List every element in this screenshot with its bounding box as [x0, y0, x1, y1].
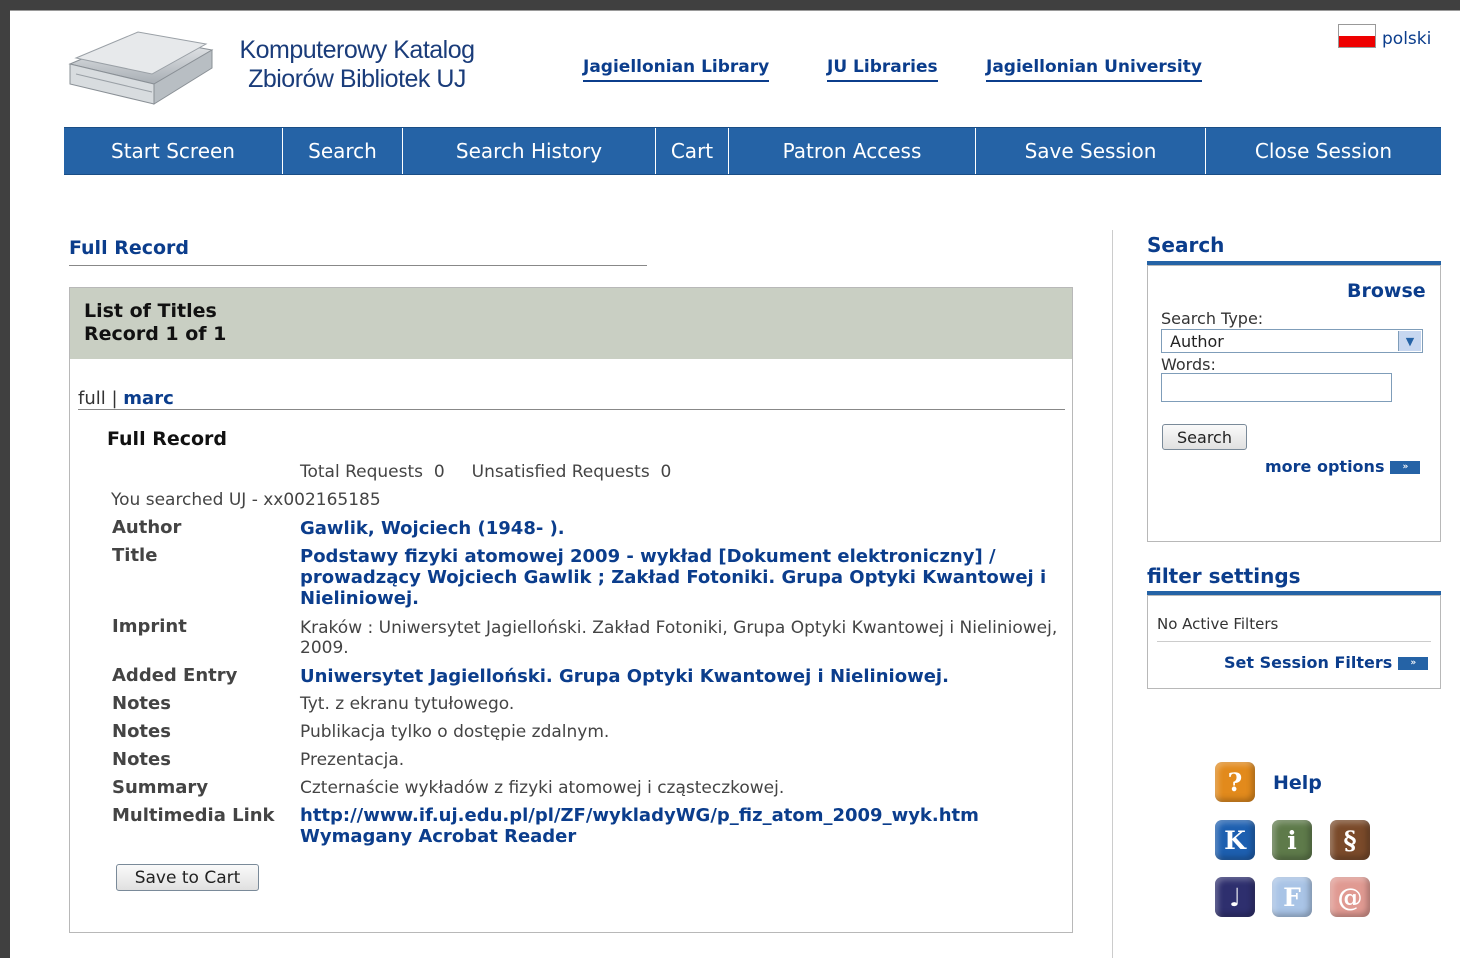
- info-icon[interactable]: i: [1272, 820, 1312, 860]
- filter-box: [1147, 595, 1441, 689]
- filter-settings-heading: filter settings: [1147, 564, 1301, 588]
- requests-info: Total Requests 0 Unsatisfied Requests 0: [300, 462, 672, 482]
- field-label-notes: Notes: [112, 693, 171, 714]
- search-type-value: Author: [1170, 332, 1224, 351]
- section-icon[interactable]: §: [1330, 820, 1370, 860]
- catalog-brand-title: Komputerowy Katalog Zbiorów Bibliotek UJ: [222, 36, 492, 94]
- chevron-down-icon[interactable]: ▼: [1398, 331, 1421, 351]
- link-jagiellonian-university[interactable]: Jagiellonian University: [986, 57, 1202, 82]
- set-session-filters-link[interactable]: Set Session Filters »: [1224, 653, 1429, 672]
- window-frame-left: [0, 0, 10, 958]
- field-value-author-link[interactable]: Gawlik, Wojciech (1948- ).: [300, 518, 1060, 539]
- field-value-notes: Publikacja tylko o dostępie zdalnym.: [300, 722, 610, 742]
- double-arrow-icon: »: [1390, 461, 1421, 474]
- field-label-author: Author: [112, 517, 182, 538]
- nav-search-history[interactable]: Search History: [403, 128, 656, 174]
- sidebar-search-heading: Search: [1147, 233, 1225, 257]
- tab-separator: |: [111, 388, 118, 409]
- more-options-label: more options: [1265, 457, 1385, 476]
- clock-icon[interactable]: ♩: [1215, 877, 1255, 917]
- search-type-label: Search Type:: [1161, 309, 1264, 328]
- field-label-summary: Summary: [112, 777, 209, 798]
- field-value-imprint: Kraków : Uniwersytet Jagielloński. Zakła…: [300, 618, 1058, 658]
- nav-cart[interactable]: Cart: [656, 128, 729, 174]
- no-active-filters: No Active Filters: [1157, 615, 1279, 633]
- brand-line-2: Zbiorów Bibliotek UJ: [248, 65, 466, 93]
- save-to-cart-button[interactable]: Save to Cart: [116, 864, 259, 891]
- sidebar-divider: [1112, 230, 1113, 958]
- search-box: [1147, 265, 1441, 542]
- divider: [1157, 641, 1431, 642]
- field-label-imprint: Imprint: [112, 616, 187, 637]
- record-count: Record 1 of 1: [84, 323, 227, 345]
- set-session-filters-label: Set Session Filters: [1224, 653, 1393, 672]
- search-type-select[interactable]: Author ▼: [1161, 329, 1423, 353]
- window-frame-top: [0, 0, 1460, 10]
- brand-line-1: Komputerowy Katalog: [239, 36, 475, 64]
- field-value-summary: Czternaście wykładów z fizyki atomowej i…: [300, 778, 785, 798]
- field-label-notes: Notes: [112, 721, 171, 742]
- nav-patron-access[interactable]: Patron Access: [729, 128, 976, 174]
- tab-marc[interactable]: marc: [123, 388, 173, 409]
- words-input[interactable]: [1161, 373, 1392, 402]
- field-value-title-link[interactable]: Podstawy fizyki atomowej 2009 - wykład […: [300, 546, 1060, 609]
- help-icon[interactable]: ?: [1215, 762, 1255, 802]
- field-value-multimedia-link[interactable]: http://www.if.uj.edu.pl/pl/ZF/wykladyWG/…: [300, 805, 1070, 847]
- more-options-link[interactable]: more options »: [1265, 457, 1421, 476]
- page-title: Full Record: [69, 237, 190, 259]
- at-icon[interactable]: @: [1330, 877, 1370, 917]
- searched-info: You searched UJ - xx002165185: [111, 490, 381, 510]
- words-label: Words:: [1161, 355, 1216, 374]
- language-link[interactable]: polski: [1382, 29, 1431, 49]
- field-label-notes: Notes: [112, 749, 171, 770]
- record-panel-header: List of Titles Record 1 of 1: [70, 288, 1072, 359]
- field-label-multimedia-link: Multimedia Link: [112, 805, 275, 826]
- main-nav: Start Screen Search Search History Cart …: [64, 127, 1441, 175]
- browse-link[interactable]: Browse: [1347, 280, 1426, 302]
- full-record-heading: Full Record: [107, 428, 228, 450]
- nav-close-session[interactable]: Close Session: [1206, 128, 1441, 174]
- k-icon[interactable]: K: [1215, 820, 1255, 860]
- field-value-notes: Prezentacja.: [300, 750, 405, 770]
- polish-flag-icon[interactable]: [1338, 24, 1376, 48]
- field-label-added-entry: Added Entry: [112, 665, 238, 686]
- double-arrow-icon: »: [1398, 657, 1429, 670]
- nav-save-session[interactable]: Save Session: [976, 128, 1206, 174]
- list-of-titles-label: List of Titles: [84, 300, 217, 322]
- format-tabs: full | marc: [78, 388, 174, 409]
- help-link[interactable]: Help: [1273, 772, 1322, 794]
- nav-start-screen[interactable]: Start Screen: [64, 128, 283, 174]
- field-label-title: Title: [112, 545, 158, 566]
- field-value-added-entry-link[interactable]: Uniwersytet Jagielloński. Grupa Optyki K…: [300, 666, 1060, 687]
- divider: [78, 409, 1065, 410]
- tab-full: full: [78, 388, 106, 409]
- window-frame-inner: [10, 10, 1460, 11]
- link-ju-libraries[interactable]: JU Libraries: [827, 57, 938, 82]
- field-value-notes: Tyt. z ekranu tytułowego.: [300, 694, 515, 714]
- f-icon[interactable]: F: [1272, 877, 1312, 917]
- divider: [69, 265, 647, 266]
- search-button[interactable]: Search: [1162, 424, 1247, 450]
- books-logo-icon: [66, 18, 216, 108]
- link-jagiellonian-library[interactable]: Jagiellonian Library: [583, 57, 770, 82]
- nav-search[interactable]: Search: [283, 128, 403, 174]
